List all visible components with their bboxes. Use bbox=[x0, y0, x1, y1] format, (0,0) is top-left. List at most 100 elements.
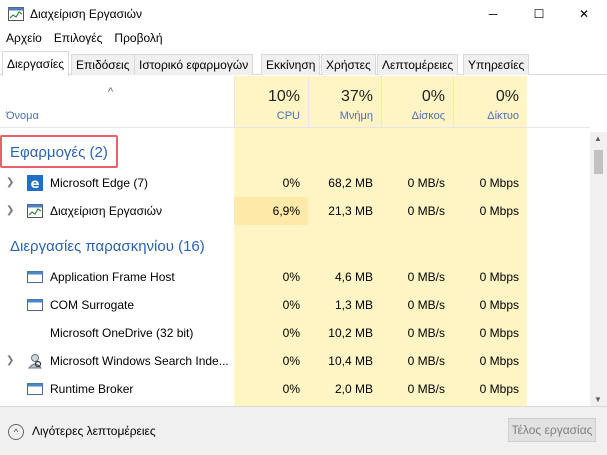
process-name: Microsoft Windows Search Inde... bbox=[50, 354, 229, 368]
cpu-cell: 0% bbox=[282, 326, 300, 340]
cpu-total-percent: 10% bbox=[267, 88, 300, 105]
cpu-cell: 6,9% bbox=[234, 197, 308, 225]
vertical-scrollbar[interactable]: ▲ ▼ bbox=[590, 132, 607, 406]
tab-users[interactable]: Χρήστες bbox=[321, 54, 376, 75]
window-icon bbox=[27, 271, 43, 283]
tab-services[interactable]: Υπηρεσίες bbox=[463, 54, 530, 75]
process-name: Microsoft Edge (7) bbox=[50, 176, 149, 190]
footer-bar: ^ Λιγότερες λεπτομέρειες Τέλος εργασίας bbox=[0, 406, 607, 455]
cpu-cell: 0% bbox=[282, 270, 300, 284]
column-header-memory[interactable]: 37% Μνήμη bbox=[308, 76, 381, 128]
window-title: Διαχείριση Εργασιών bbox=[30, 7, 143, 21]
memory-total-percent: 37% bbox=[340, 88, 373, 105]
menu-bar: Αρχείο Επιλογές Προβολή bbox=[0, 29, 607, 49]
close-button[interactable]: ✕ bbox=[561, 0, 607, 28]
tab-performance[interactable]: Επιδόσεις bbox=[71, 54, 135, 75]
cpu-cell: 0% bbox=[282, 354, 300, 368]
process-name: Microsoft OneDrive (32 bit) bbox=[50, 326, 194, 340]
menu-options[interactable]: Επιλογές bbox=[48, 29, 109, 49]
disk-cell: 0 MB/s bbox=[407, 326, 445, 340]
memory-cell: 68,2 MB bbox=[328, 176, 373, 190]
group-title-background[interactable]: Διεργασίες παρασκηνίου (16) bbox=[10, 238, 205, 255]
process-row-application-frame-host[interactable]: Application Frame Host 0% 4,6 MB 0 MB/s … bbox=[0, 263, 590, 291]
disk-cell: 0 MB/s bbox=[407, 270, 445, 284]
fewer-details-link[interactable]: Λιγότερες λεπτομέρειες bbox=[32, 424, 156, 438]
column-label-cpu: CPU bbox=[276, 110, 300, 122]
expand-chevron-icon[interactable]: ❯ bbox=[6, 347, 14, 375]
end-task-button[interactable]: Τέλος εργασίας bbox=[508, 418, 596, 442]
column-header-row: ^ Όνομα 10% CPU 37% Μνήμη 0% Δίσκος 0% Δ… bbox=[0, 76, 590, 128]
window-icon bbox=[27, 383, 43, 395]
network-total-percent: 0% bbox=[495, 88, 519, 105]
scroll-down-icon[interactable]: ▼ bbox=[594, 395, 602, 404]
search-indexer-icon bbox=[27, 354, 43, 369]
memory-cell: 10,4 MB bbox=[328, 354, 373, 368]
network-cell: 0 Mbps bbox=[479, 204, 519, 218]
memory-cell: 1,3 MB bbox=[334, 298, 373, 312]
expand-chevron-icon[interactable]: ❯ bbox=[6, 169, 14, 197]
process-row-edge[interactable]: ❯ e Microsoft Edge (7) 0% 68,2 MB 0 MB/s… bbox=[0, 169, 590, 197]
network-cell: 0 Mbps bbox=[479, 176, 519, 190]
column-header-cpu[interactable]: 10% CPU bbox=[234, 76, 308, 128]
tab-app-history[interactable]: Ιστορικό εφαρμογών bbox=[134, 54, 254, 75]
network-cell: 0 Mbps bbox=[479, 298, 519, 312]
tab-bar: Διεργασίες Επιδόσεις Ιστορικό εφαρμογών … bbox=[0, 51, 607, 76]
close-icon: ✕ bbox=[578, 7, 590, 21]
process-row-com-surrogate[interactable]: COM Surrogate 0% 1,3 MB 0 MB/s 0 Mbps bbox=[0, 291, 590, 319]
memory-cell: 21,3 MB bbox=[328, 204, 373, 218]
process-row-task-manager[interactable]: ❯ Διαχείριση Εργασιών 6,9% 21,3 MB 0 MB/… bbox=[0, 197, 590, 225]
cpu-cell: 0% bbox=[282, 382, 300, 396]
column-header-name[interactable]: ^ Όνομα bbox=[0, 76, 234, 128]
task-manager-icon bbox=[27, 204, 43, 218]
disk-cell: 0 MB/s bbox=[407, 354, 445, 368]
minimize-icon: ─ bbox=[488, 7, 498, 21]
network-cell: 0 Mbps bbox=[479, 270, 519, 284]
edge-icon: e bbox=[27, 175, 43, 191]
process-name: Διαχείριση Εργασιών bbox=[50, 204, 163, 218]
process-row-runtime-broker[interactable]: Runtime Broker 0% 2,0 MB 0 MB/s 0 Mbps bbox=[0, 375, 590, 403]
disk-cell: 0 MB/s bbox=[407, 176, 445, 190]
disk-cell: 0 MB/s bbox=[407, 204, 445, 218]
cpu-cell: 0% bbox=[282, 298, 300, 312]
title-bar: Διαχείριση Εργασιών ─ ☐ ✕ bbox=[0, 0, 607, 28]
group-title-apps[interactable]: Εφαρμογές (2) bbox=[10, 144, 108, 161]
tab-processes[interactable]: Διεργασίες bbox=[2, 51, 69, 76]
fewer-details-icon[interactable]: ^ bbox=[8, 424, 24, 440]
sort-arrow-icon: ^ bbox=[108, 86, 114, 98]
memory-cell: 10,2 MB bbox=[328, 326, 373, 340]
column-label-network: Δίκτυο bbox=[487, 110, 519, 122]
svg-text:e: e bbox=[31, 177, 40, 191]
process-name: Application Frame Host bbox=[50, 270, 175, 284]
expand-chevron-icon[interactable]: ❯ bbox=[6, 197, 14, 225]
process-row-onedrive[interactable]: Microsoft OneDrive (32 bit) 0% 10,2 MB 0… bbox=[0, 319, 590, 347]
column-label-memory: Μνήμη bbox=[339, 110, 373, 122]
memory-cell: 2,0 MB bbox=[334, 382, 373, 396]
disk-cell: 0 MB/s bbox=[407, 382, 445, 396]
network-cell: 0 Mbps bbox=[479, 354, 519, 368]
process-row-search-indexer[interactable]: ❯ Microsoft Windows Search Inde... 0% 10… bbox=[0, 347, 590, 375]
process-name: COM Surrogate bbox=[50, 298, 135, 312]
cpu-cell: 0% bbox=[282, 176, 300, 190]
column-label-disk: Δίσκος bbox=[411, 110, 445, 122]
task-manager-icon bbox=[8, 7, 24, 21]
window-icon bbox=[27, 299, 43, 311]
tab-startup[interactable]: Εκκίνηση bbox=[261, 54, 321, 75]
scroll-up-icon[interactable]: ▲ bbox=[594, 134, 602, 143]
column-header-network[interactable]: 0% Δίκτυο bbox=[453, 76, 527, 128]
minimize-button[interactable]: ─ bbox=[470, 0, 516, 28]
menu-file[interactable]: Αρχείο bbox=[0, 29, 48, 49]
network-cell: 0 Mbps bbox=[479, 382, 519, 396]
disk-cell: 0 MB/s bbox=[407, 298, 445, 312]
process-name: Runtime Broker bbox=[50, 382, 134, 396]
tab-details[interactable]: Λεπτομέρειες bbox=[377, 54, 459, 75]
maximize-icon: ☐ bbox=[533, 7, 545, 21]
process-table: ^ Όνομα 10% CPU 37% Μνήμη 0% Δίσκος 0% Δ… bbox=[0, 76, 607, 406]
memory-cell: 4,6 MB bbox=[334, 270, 373, 284]
network-cell: 0 Mbps bbox=[479, 326, 519, 340]
column-label-name: Όνομα bbox=[6, 110, 39, 122]
maximize-button[interactable]: ☐ bbox=[516, 0, 562, 28]
column-header-disk[interactable]: 0% Δίσκος bbox=[381, 76, 453, 128]
menu-view[interactable]: Προβολή bbox=[108, 29, 168, 49]
disk-total-percent: 0% bbox=[421, 88, 445, 105]
scroll-thumb[interactable] bbox=[594, 150, 603, 174]
